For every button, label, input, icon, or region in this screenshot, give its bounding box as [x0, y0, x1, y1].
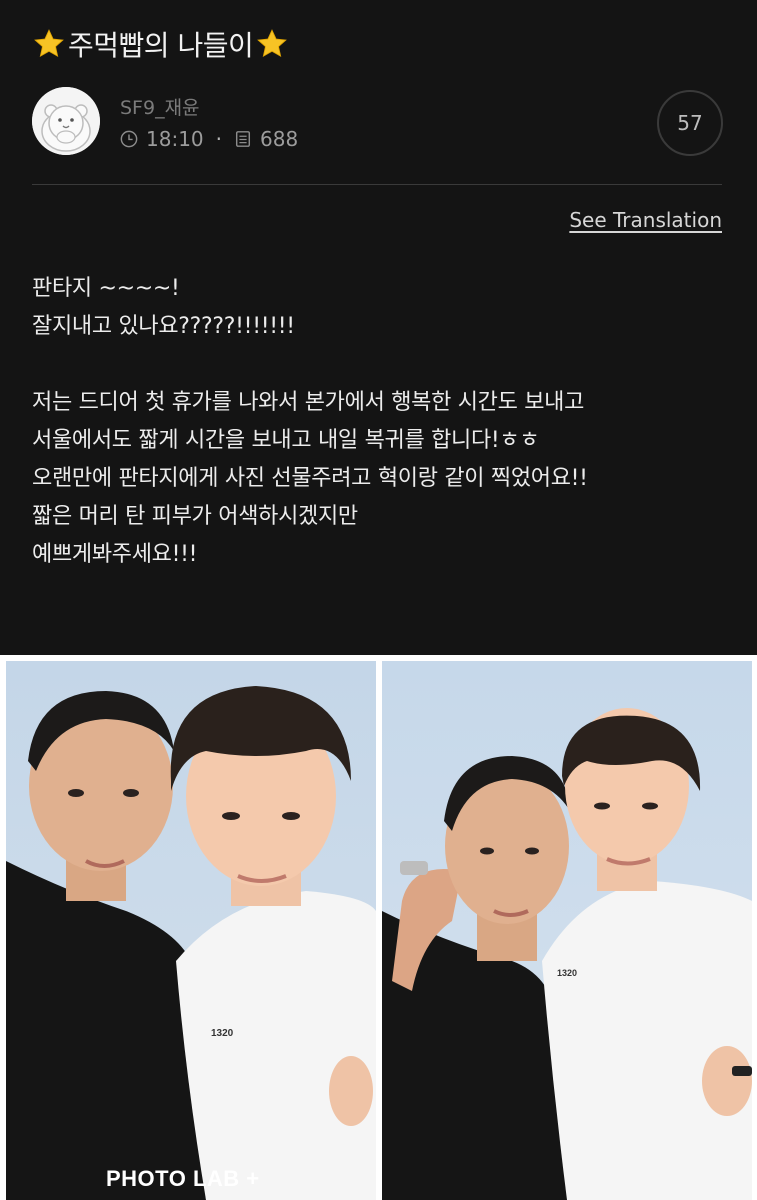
body-line [32, 346, 732, 384]
author-avatar[interactable] [32, 87, 100, 155]
photo-left-image: 1320 [6, 661, 376, 1200]
document-icon [235, 131, 251, 147]
body-line: 오랜만에 판타지에게 사진 선물주려고 혁이랑 같이 찍었어요!! [32, 466, 588, 491]
body-line: 서울에서도 짧게 시간을 보내고 내일 복귀를 합니다!ㅎㅎ [32, 428, 540, 453]
star-icon [257, 29, 288, 58]
body-line: 잘지내고 있나요?????!!!!!!! [32, 314, 295, 339]
photo-right-image: 1320 [382, 661, 752, 1200]
comment-count-button[interactable]: 57 [657, 90, 723, 156]
shirt-print: 1320 [211, 1028, 234, 1039]
see-translation-link[interactable]: See Translation [569, 208, 722, 232]
photo-watermark: PHOTO LAB + [106, 1166, 260, 1191]
body-line: 짧은 머리 탄 피부가 어색하시겠지만 [32, 504, 358, 529]
photo-left[interactable]: 1320 PHOTO LAB + [6, 661, 376, 1200]
body-line: 저는 드디어 첫 휴가를 나와서 본가에서 행복한 시간도 보내고 [32, 390, 585, 415]
shirt-print: 1320 [557, 968, 577, 978]
meta-separator: · [215, 127, 222, 151]
comment-count: 57 [677, 111, 703, 135]
post-title-text: 주먹빱의 나들이 [68, 29, 254, 62]
post-body: 판타지 ~~~~! 잘지내고 있나요?????!!!!!!! 저는 드디어 첫 … [32, 270, 732, 574]
view-count: 688 [260, 127, 299, 151]
photo-right[interactable]: 1320 [382, 661, 752, 1200]
author-name[interactable]: SF9_재윤 [120, 93, 200, 120]
body-line: 판타지 ~~~~! [32, 276, 180, 301]
post-page: 주먹빱의 나들이 SF9_재윤 18:10 · 688 57 See Trans… [0, 0, 757, 1200]
photo-strip[interactable]: 1320 PHOTO LAB + 1320 [0, 655, 757, 1200]
body-line: 예쁘게봐주세요!!! [32, 542, 198, 567]
header-divider [32, 184, 722, 185]
star-icon [34, 29, 64, 58]
post-title: 주먹빱의 나들이 [32, 24, 289, 64]
post-time: 18:10 [146, 127, 204, 151]
post-meta: 18:10 · 688 [120, 127, 298, 151]
hamster-avatar-icon [32, 87, 100, 155]
clock-icon [120, 130, 138, 148]
